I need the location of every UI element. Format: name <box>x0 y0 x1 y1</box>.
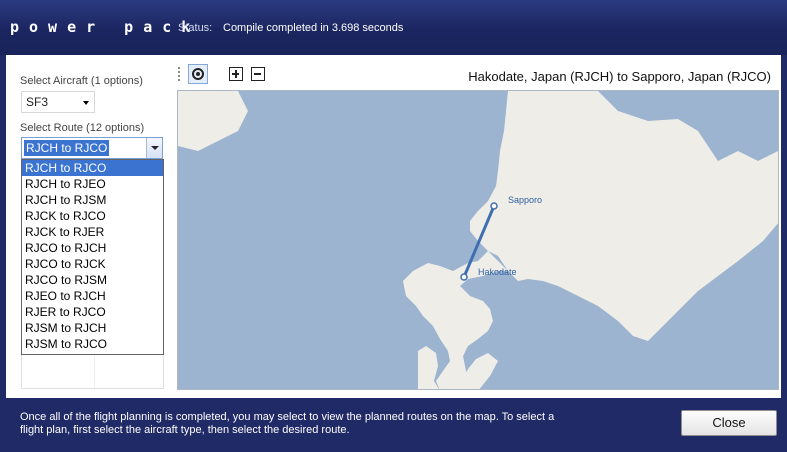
app-window: power pack Status: Compile completed in … <box>0 0 787 452</box>
zoom-out-icon <box>251 67 265 81</box>
zoom-in-icon <box>229 67 243 81</box>
origin-city-label: Hakodate <box>478 267 517 277</box>
status-label: Status: <box>178 22 213 34</box>
west-coast-land <box>178 91 248 151</box>
status-text: Compile completed in 3.698 seconds <box>223 22 404 34</box>
route-option[interactable]: RJCH to RJCO <box>22 160 163 176</box>
destination-marker <box>490 202 498 210</box>
chevron-down-icon <box>151 146 159 150</box>
route-select-dropdown-button[interactable] <box>146 138 162 158</box>
aircraft-label: Select Aircraft (1 options) <box>20 75 143 87</box>
recenter-icon <box>192 68 204 80</box>
honshu-north <box>418 346 439 389</box>
route-select[interactable]: RJCH to RJCO <box>21 137 163 159</box>
route-option[interactable]: RJER to RJCO <box>22 304 163 320</box>
zoom-in-button[interactable] <box>226 64 246 84</box>
origin-marker <box>460 273 468 281</box>
main-panel: Select Aircraft (1 options) SF3 Select R… <box>6 55 781 398</box>
route-map[interactable]: Sapporo Hakodate <box>177 90 779 390</box>
title-bar: power pack Status: Compile completed in … <box>0 0 787 55</box>
map-canvas <box>178 91 778 389</box>
toolbar-grip <box>178 67 180 81</box>
route-option[interactable]: RJCH to RJEO <box>22 176 163 192</box>
recenter-button[interactable] <box>188 64 208 84</box>
route-option[interactable]: RJCH to RJSM <box>22 192 163 208</box>
instructions-text: Once all of the flight planning is compl… <box>20 411 555 436</box>
route-option[interactable]: RJCO to RJSM <box>22 272 163 288</box>
chevron-down-icon <box>83 101 89 105</box>
route-option[interactable]: RJCK to RJCO <box>22 208 163 224</box>
close-button[interactable]: Close <box>681 410 777 436</box>
hokkaido-landmass <box>470 91 778 341</box>
aircraft-select[interactable]: SF3 <box>21 91 95 113</box>
route-option[interactable]: RJEO to RJCH <box>22 288 163 304</box>
route-option[interactable]: RJSM to RJCH <box>22 320 163 336</box>
route-select-value: RJCH to RJCO <box>24 140 110 156</box>
destination-city-label: Sapporo <box>508 195 543 205</box>
route-option[interactable]: RJSM to RJCO <box>22 336 163 352</box>
map-title: Hakodate, Japan (RJCH) to Sapporo, Japan… <box>468 69 771 84</box>
route-option[interactable]: RJCK to RJER <box>22 224 163 240</box>
aircraft-select-value: SF3 <box>26 95 49 109</box>
route-label: Select Route (12 options) <box>20 122 145 134</box>
zoom-out-button[interactable] <box>248 64 268 84</box>
route-option[interactable]: RJCO to RJCK <box>22 256 163 272</box>
route-dropdown-list: RJCH to RJCO RJCH to RJEO RJCH to RJSM R… <box>21 159 164 355</box>
route-option[interactable]: RJCO to RJCH <box>22 240 163 256</box>
app-brand: power pack <box>10 18 201 36</box>
